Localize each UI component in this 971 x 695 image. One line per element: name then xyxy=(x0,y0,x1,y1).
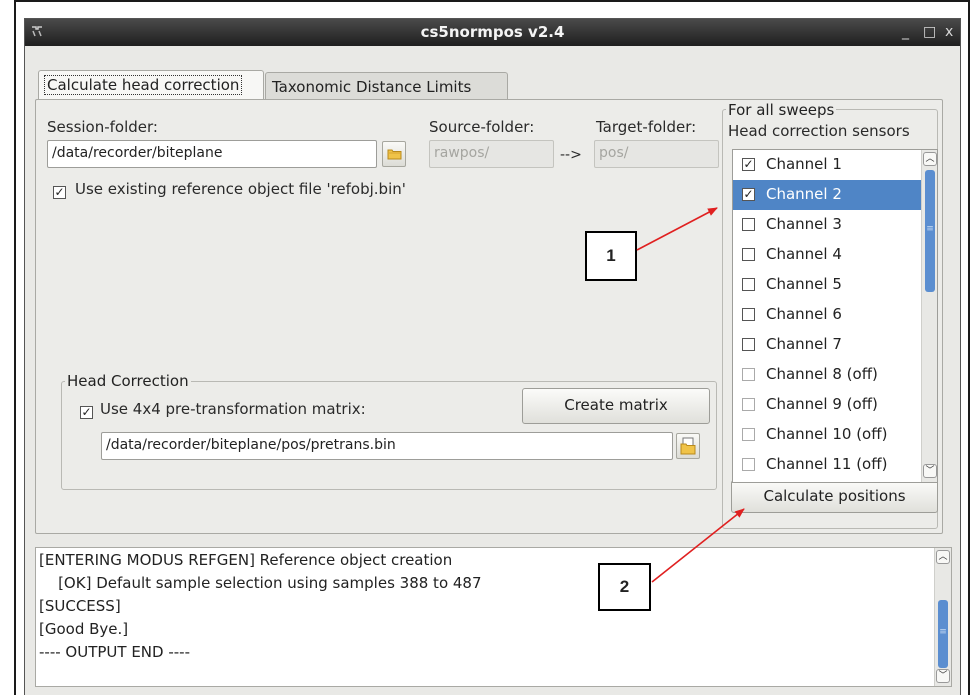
use-reference-checkbox[interactable]: ✓ xyxy=(53,186,66,199)
title-bar[interactable]: cs5normpos v2.4 _ □ x xyxy=(25,19,960,46)
channel-item[interactable]: Channel 5 xyxy=(733,270,921,300)
channel-checkbox[interactable] xyxy=(742,458,755,471)
sweeps-title: For all sweeps xyxy=(726,101,837,119)
tab-taxonomic-distance-limits-label: Taxonomic Distance Limits xyxy=(272,78,472,96)
channel-list-scrollbar[interactable]: ︿ ≡ ﹀ xyxy=(921,150,937,482)
minimize-button[interactable]: _ xyxy=(902,24,909,40)
channel-checkbox[interactable]: ✓ xyxy=(742,158,755,171)
channel-checkbox[interactable] xyxy=(742,278,755,291)
source-folder-label: Source-folder: xyxy=(429,118,535,136)
head-correction-sensors-label: Head correction sensors xyxy=(728,122,910,140)
grip-icon: ≡ xyxy=(926,224,934,234)
scroll-down-arrow-icon[interactable]: ﹀ xyxy=(936,669,950,683)
checkmark-icon: ✓ xyxy=(54,185,65,199)
scroll-up-arrow-icon[interactable]: ︿ xyxy=(923,152,937,166)
channel-item-selected[interactable]: ✓ Channel 2 xyxy=(733,180,921,210)
window-title: cs5normpos v2.4 xyxy=(420,23,565,41)
log-line: ---- OUTPUT END ---- xyxy=(39,643,190,661)
checkmark-icon: ✓ xyxy=(743,157,754,171)
channel-label: Channel 7 xyxy=(766,335,842,353)
scroll-up-arrow-icon[interactable]: ︿ xyxy=(936,550,950,564)
channel-item[interactable]: Channel 3 xyxy=(733,210,921,240)
log-line: [Good Bye.] xyxy=(39,620,129,638)
channel-checkbox[interactable] xyxy=(742,308,755,321)
channel-label: Channel 4 xyxy=(766,245,842,263)
browse-matrix-button[interactable] xyxy=(676,433,700,459)
channel-checkbox[interactable] xyxy=(742,338,755,351)
log-line: [OK] Default sample selection using samp… xyxy=(39,574,482,592)
session-folder-input[interactable]: /data/recorder/biteplane xyxy=(47,140,377,168)
browse-session-folder-button[interactable] xyxy=(382,141,406,167)
create-matrix-button[interactable]: Create matrix xyxy=(522,388,710,424)
output-log[interactable]: [ENTERING MODUS REFGEN] Reference object… xyxy=(35,547,952,687)
output-scrollbar[interactable]: ︿ ≡ ﹀ xyxy=(934,548,951,686)
checkmark-icon: ✓ xyxy=(81,405,92,419)
channel-item[interactable]: Channel 6 xyxy=(733,300,921,330)
checkmark-icon: ✓ xyxy=(743,187,754,201)
tab-calculate-head-correction-label: Calculate head correction xyxy=(43,75,243,95)
head-correction-title: Head Correction xyxy=(65,372,191,390)
channel-checkbox[interactable]: ✓ xyxy=(742,188,755,201)
scrollbar-thumb[interactable]: ≡ xyxy=(925,170,935,292)
channel-label: Channel 3 xyxy=(766,215,842,233)
tab-calculate-head-correction[interactable]: Calculate head correction xyxy=(38,70,264,99)
channel-checkbox[interactable] xyxy=(742,218,755,231)
channel-label: Channel 8 (off) xyxy=(766,365,878,383)
channel-item[interactable]: Channel 4 xyxy=(733,240,921,270)
use-matrix-label: Use 4x4 pre-transformation matrix: xyxy=(100,400,366,418)
matrix-path-input[interactable]: /data/recorder/biteplane/pos/pretrans.bi… xyxy=(101,432,673,460)
channel-list[interactable]: ✓ Channel 1 ✓ Channel 2 Channel 3 Channe… xyxy=(732,149,938,483)
channel-label: Channel 9 (off) xyxy=(766,395,878,413)
source-folder-input[interactable]: rawpos/ xyxy=(429,140,554,168)
channel-checkbox[interactable] xyxy=(742,398,755,411)
maximize-button[interactable]: □ xyxy=(923,24,936,40)
channel-label: Channel 6 xyxy=(766,305,842,323)
channel-item[interactable]: Channel 7 xyxy=(733,330,921,360)
channel-item[interactable]: ✓ Channel 1 xyxy=(733,150,921,180)
grip-icon: ≡ xyxy=(939,627,947,637)
channel-label: Channel 2 xyxy=(766,185,842,203)
channel-item[interactable]: Channel 10 (off) xyxy=(733,420,921,450)
use-matrix-checkbox[interactable]: ✓ xyxy=(80,406,93,419)
channel-item[interactable]: Channel 8 (off) xyxy=(733,360,921,390)
folder-arrow-label: --> xyxy=(560,147,582,163)
channel-label: Channel 5 xyxy=(766,275,842,293)
session-folder-label: Session-folder: xyxy=(47,118,158,136)
target-folder-label: Target-folder: xyxy=(596,118,697,136)
log-line: [SUCCESS] xyxy=(39,597,121,615)
open-file-icon xyxy=(680,437,696,455)
channel-label: Channel 10 (off) xyxy=(766,425,888,443)
channel-label: Channel 11 (off) xyxy=(766,455,888,473)
target-folder-input[interactable]: pos/ xyxy=(594,140,719,168)
channel-label: Channel 1 xyxy=(766,155,842,173)
channel-checkbox[interactable] xyxy=(742,428,755,441)
channel-checkbox[interactable] xyxy=(742,248,755,261)
callout-1: 1 xyxy=(585,231,637,281)
tab-taxonomic-distance-limits[interactable]: Taxonomic Distance Limits xyxy=(265,72,508,99)
log-line: [ENTERING MODUS REFGEN] Reference object… xyxy=(39,551,453,569)
channel-item[interactable]: Channel 11 (off) xyxy=(733,450,921,480)
channel-item[interactable]: Channel 9 (off) xyxy=(733,390,921,420)
calculate-positions-button[interactable]: Calculate positions xyxy=(731,480,938,513)
use-reference-label: Use existing reference object file 'refo… xyxy=(75,180,406,198)
scroll-down-arrow-icon[interactable]: ﹀ xyxy=(923,464,937,478)
app-window: cs5normpos v2.4 _ □ x Calculate head cor… xyxy=(24,18,961,695)
channel-checkbox[interactable] xyxy=(742,368,755,381)
folder-icon xyxy=(387,149,402,160)
scrollbar-thumb[interactable]: ≡ xyxy=(938,600,948,668)
close-button[interactable]: x xyxy=(945,24,953,40)
callout-2: 2 xyxy=(598,563,651,611)
